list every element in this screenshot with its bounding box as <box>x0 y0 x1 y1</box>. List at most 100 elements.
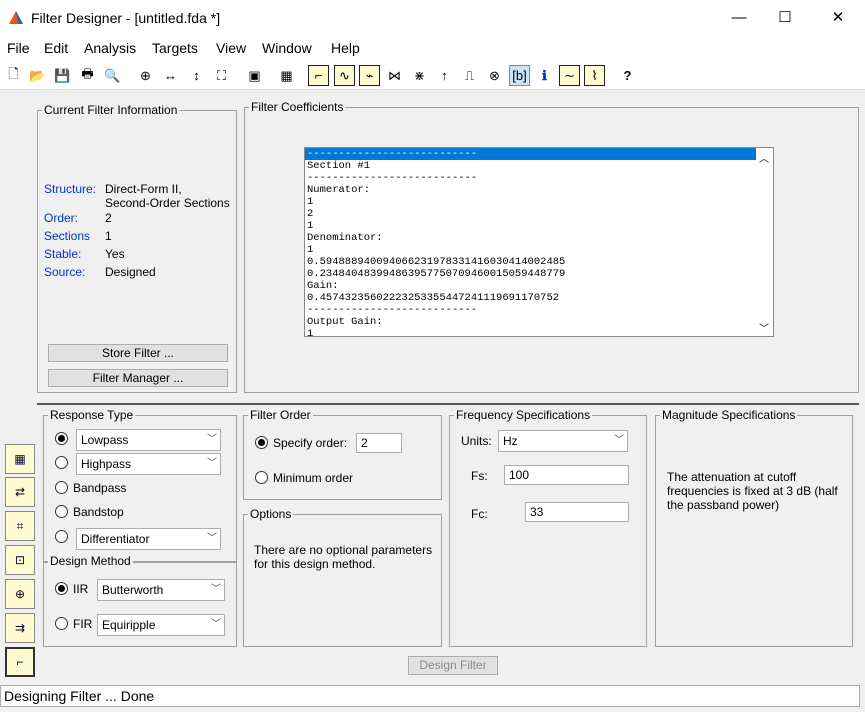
coef-line: 1 <box>307 220 314 232</box>
zoom-y-icon[interactable]: ↕ <box>186 65 207 86</box>
quantize-icon[interactable]: ⌗ <box>5 511 35 541</box>
specify-order-label[interactable]: Specify order: <box>273 436 347 450</box>
highpass-radio[interactable] <box>55 456 68 469</box>
coef-line: Section #1 <box>307 160 371 172</box>
coef-line: 0.4574323560222325335544724111969117075​… <box>307 292 560 304</box>
iir-label[interactable]: IIR <box>73 582 88 596</box>
full-view-icon[interactable]: ⛶ <box>211 65 232 86</box>
chevron-down-icon: ﹀ <box>207 458 217 469</box>
differentiator-radio[interactable] <box>55 530 68 543</box>
coef-line: --------------------------- <box>307 304 478 316</box>
maximize-button[interactable]: ☐ <box>762 0 808 36</box>
filter-coefficients-legend: Filter Coefficients <box>249 100 346 114</box>
fs-label: Fs: <box>471 469 488 483</box>
fs-input[interactable]: 100 <box>504 465 629 485</box>
source-label: Source: <box>44 265 86 279</box>
pole-zero-icon[interactable]: ⊗ <box>484 65 505 86</box>
specify-order-radio[interactable] <box>255 436 268 449</box>
highpass-dropdown[interactable]: Highpass ﹀ <box>76 453 221 475</box>
filter-order-panel: Filter Order <box>243 408 442 500</box>
coef-line: Denominator: <box>307 232 383 244</box>
new-figure-icon[interactable]: ▣ <box>244 65 265 86</box>
zoom-in-icon[interactable]: ⊕ <box>135 65 156 86</box>
filter-manager-icon[interactable]: ▦ <box>276 65 297 86</box>
magnitude-specs-legend: Magnitude Specifications <box>660 408 798 422</box>
iir-radio[interactable] <box>55 582 68 595</box>
magnitude-response-icon[interactable]: ⌐ <box>308 65 329 86</box>
design-filter-sidebar-icon[interactable]: ▦ <box>5 444 35 474</box>
group-delay-icon[interactable]: ⋈ <box>384 65 405 86</box>
toolbar: 🗋 📂 💾 🖶 🔍 ⊕ ↔ ↕ ⛶ ▣ ▦ ⌐ ∿ ⌁ ⋈ ⋇ ↑ ⎍ ⊗ [b… <box>0 62 865 90</box>
lowpass-dropdown[interactable]: Lowpass ﹀ <box>76 429 221 451</box>
bandstop-radio[interactable] <box>55 505 68 518</box>
multirate-icon[interactable]: ⇉ <box>5 613 35 643</box>
zoom-x-icon[interactable]: ↔ <box>160 65 181 86</box>
fir-label[interactable]: FIR <box>73 617 92 631</box>
open-icon[interactable]: 📂 <box>27 65 48 86</box>
sections-value: 1 <box>105 229 112 243</box>
response-type-legend: Response Type <box>48 408 136 422</box>
scroll-up-icon[interactable]: ︿ <box>759 150 769 165</box>
order-input[interactable]: 2 <box>356 433 402 453</box>
transform-filter-icon[interactable]: ⇄ <box>5 477 35 507</box>
bandpass-label[interactable]: Bandpass <box>73 481 126 495</box>
close-button[interactable]: ✕ <box>815 0 861 36</box>
app-icon <box>8 9 25 26</box>
minimum-order-label[interactable]: Minimum order <box>273 471 353 485</box>
order-value: 2 <box>105 211 112 225</box>
frequency-specs-legend: Frequency Specifications <box>454 408 593 422</box>
menu-edit[interactable]: Edit <box>44 40 68 56</box>
bandpass-radio[interactable] <box>55 481 68 494</box>
coef-line: 1 <box>307 328 314 337</box>
mag-phase-icon[interactable]: ⌁ <box>359 65 380 86</box>
iir-method-dropdown[interactable]: Butterworth ﹀ <box>97 579 225 601</box>
design-filter-button[interactable]: Design Filter <box>408 656 498 675</box>
units-dropdown[interactable]: Hz ﹀ <box>498 430 628 452</box>
save-icon[interactable]: 💾 <box>52 65 73 86</box>
filter-info-icon[interactable]: ℹ <box>534 65 555 86</box>
menu-view[interactable]: View <box>216 40 246 56</box>
fir-radio[interactable] <box>55 617 68 630</box>
print-preview-icon[interactable]: 🔍 <box>102 65 123 86</box>
sections-label: Sections <box>44 229 91 243</box>
differentiator-dropdown[interactable]: Differentiator ﹀ <box>76 528 221 550</box>
fir-method-dropdown[interactable]: Equiripple ﹀ <box>97 614 225 636</box>
menu-targets[interactable]: Targets <box>152 40 198 56</box>
menu-window[interactable]: Window <box>262 40 312 56</box>
menu-help[interactable]: Help <box>331 40 360 56</box>
filter-manager-button[interactable]: Filter Manager ... <box>48 369 228 387</box>
coefficients-listbox[interactable]: --------------------------- Section #1 -… <box>304 147 774 337</box>
whats-this-icon[interactable]: ? <box>617 65 638 86</box>
filter-order-legend: Filter Order <box>248 408 313 422</box>
menu-file[interactable]: File <box>7 40 30 56</box>
pole-zero-editor-icon[interactable]: ⊕ <box>5 579 35 609</box>
options-text: There are no optional parameters for thi… <box>254 543 433 571</box>
current-filter-legend: Current Filter Information <box>42 103 180 117</box>
store-filter-button[interactable]: Store Filter ... <box>48 344 228 362</box>
chevron-down-icon: ﹀ <box>211 619 221 630</box>
chevron-down-icon: ﹀ <box>211 584 221 595</box>
noise-psd-icon[interactable]: ⌇ <box>584 65 605 86</box>
new-icon[interactable]: 🗋 <box>3 65 24 86</box>
menu-analysis[interactable]: Analysis <box>84 40 136 56</box>
filter-coefficients-icon[interactable]: [b] <box>509 65 530 86</box>
bandstop-label[interactable]: Bandstop <box>73 505 124 519</box>
print-icon[interactable]: 🖶 <box>77 65 98 86</box>
lowpass-radio[interactable] <box>55 432 68 445</box>
step-response-icon[interactable]: ⎍ <box>459 65 480 86</box>
impulse-response-icon[interactable]: ↑ <box>434 65 455 86</box>
scroll-down-icon[interactable]: ﹀ <box>759 320 769 335</box>
fc-input[interactable]: 33 <box>525 502 629 522</box>
minimize-button[interactable]: — <box>716 0 762 36</box>
chevron-down-icon: ﹀ <box>207 533 217 544</box>
phase-response-icon[interactable]: ∿ <box>334 65 355 86</box>
magnitude-estimate-icon[interactable]: ∼ <box>559 65 580 86</box>
coef-line: Gain: <box>307 280 339 292</box>
import-filter-icon[interactable]: ⌐ <box>5 647 35 677</box>
coefficients-scrollbar[interactable]: ︿ ﹀ <box>756 148 773 336</box>
realize-model-icon[interactable]: ⊡ <box>5 545 35 575</box>
minimum-order-radio[interactable] <box>255 471 268 484</box>
highpass-dropdown-label: Highpass <box>81 457 132 471</box>
phase-delay-icon[interactable]: ⋇ <box>409 65 430 86</box>
design-method-legend: Design Method <box>48 554 133 568</box>
